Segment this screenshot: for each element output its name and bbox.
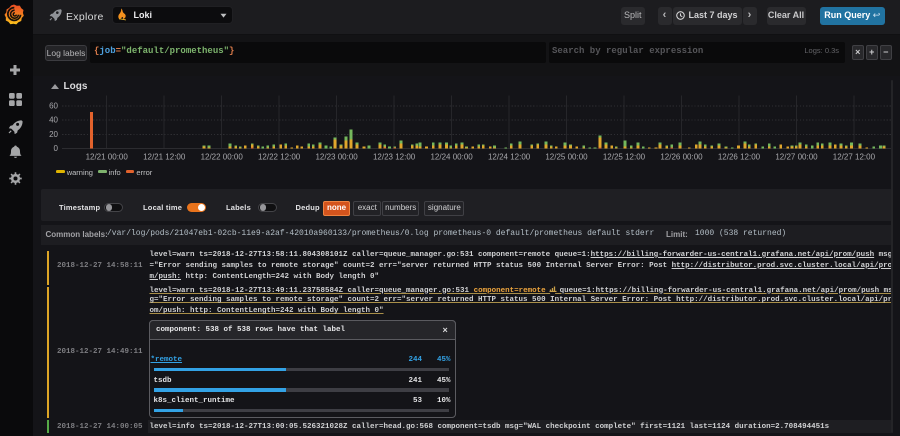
svg-text:12/21 00:00: 12/21 00:00 (86, 153, 129, 162)
svg-text:12/27 12:00: 12/27 12:00 (833, 153, 876, 162)
svg-text:12/23 00:00: 12/23 00:00 (315, 153, 358, 162)
svg-text:12/22 00:00: 12/22 00:00 (201, 153, 244, 162)
svg-text:12/25 12:00: 12/25 12:00 (603, 153, 646, 162)
svg-text:20: 20 (49, 130, 58, 139)
svg-text:12/24 12:00: 12/24 12:00 (488, 153, 531, 162)
svg-text:40: 40 (49, 116, 58, 125)
svg-text:0: 0 (54, 144, 59, 153)
svg-text:12/24 00:00: 12/24 00:00 (430, 153, 473, 162)
svg-text:12/26 00:00: 12/26 00:00 (660, 153, 703, 162)
svg-text:12/27 00:00: 12/27 00:00 (775, 153, 818, 162)
svg-text:12/22 12:00: 12/22 12:00 (258, 153, 301, 162)
svg-text:12/25 00:00: 12/25 00:00 (545, 153, 588, 162)
svg-text:12/26 12:00: 12/26 12:00 (718, 153, 761, 162)
svg-text:12/23 12:00: 12/23 12:00 (373, 153, 416, 162)
svg-text:12/21 12:00: 12/21 12:00 (143, 153, 186, 162)
svg-text:60: 60 (49, 101, 58, 110)
